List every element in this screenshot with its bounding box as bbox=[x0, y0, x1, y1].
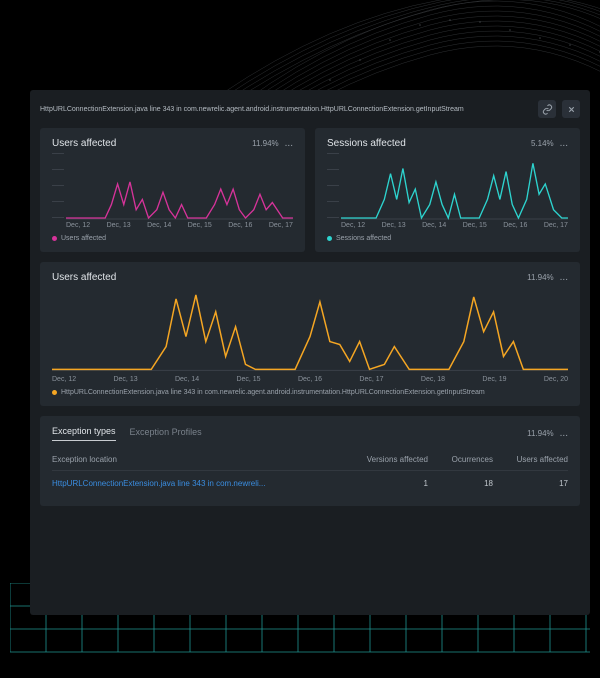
cell-users: 17 bbox=[493, 479, 568, 488]
xtick: Dec, 19 bbox=[482, 376, 506, 383]
legend: Users affected bbox=[52, 235, 293, 242]
tab-exception-profiles[interactable]: Exception Profiles bbox=[130, 427, 202, 441]
chart-x-axis: Dec, 12 Dec, 13 Dec, 14 Dec, 15 Dec, 16 … bbox=[52, 222, 293, 229]
xtick: Dec, 15 bbox=[463, 222, 487, 229]
card-menu-button[interactable]: ... bbox=[560, 138, 568, 149]
card-percent: 11.94% bbox=[252, 139, 279, 148]
xtick: Dec, 15 bbox=[236, 376, 260, 383]
cell-location: HttpURLConnectionExtension.java line 343… bbox=[52, 479, 343, 488]
card-title: Users affected bbox=[52, 272, 527, 283]
xtick: Dec, 17 bbox=[269, 222, 293, 229]
cell-occurrences: 18 bbox=[428, 479, 493, 488]
card-title: Users affected bbox=[52, 138, 252, 149]
xtick: Dec, 12 bbox=[66, 222, 90, 229]
link-icon bbox=[542, 104, 553, 115]
sessions-chart bbox=[327, 153, 568, 218]
table-header-row: Exception location Versions affected Ocu… bbox=[52, 449, 568, 471]
legend-dot bbox=[327, 236, 332, 241]
big-chart-svg bbox=[52, 287, 568, 371]
legend-dot bbox=[52, 390, 57, 395]
xtick: Dec, 13 bbox=[113, 376, 137, 383]
chart-x-axis: Dec, 12 Dec, 13 Dec, 14 Dec, 15 Dec, 16 … bbox=[327, 222, 568, 229]
tab-exception-types[interactable]: Exception types bbox=[52, 426, 116, 441]
users-chart bbox=[52, 153, 293, 218]
th-users: Users affected bbox=[493, 455, 568, 464]
card-menu-button[interactable]: ... bbox=[285, 138, 293, 149]
legend-label: Users affected bbox=[61, 235, 106, 242]
xtick: Dec, 17 bbox=[544, 222, 568, 229]
xtick: Dec, 18 bbox=[421, 376, 445, 383]
exceptions-table-card: Exception types Exception Profiles 11.94… bbox=[40, 416, 580, 506]
big-chart bbox=[52, 287, 568, 372]
xtick: Dec, 12 bbox=[52, 376, 76, 383]
close-button[interactable] bbox=[562, 100, 580, 118]
tab-menu-button[interactable]: ... bbox=[560, 428, 568, 439]
legend: Sessions affected bbox=[327, 235, 568, 242]
xtick: Dec, 14 bbox=[175, 376, 199, 383]
header: HttpURLConnectionExtension.java line 343… bbox=[40, 100, 580, 118]
th-location: Exception location bbox=[52, 455, 343, 464]
users-affected-big-card: Users affected 11.94% ... Dec, 12 Dec, 1… bbox=[40, 262, 580, 406]
card-menu-button[interactable]: ... bbox=[560, 272, 568, 283]
users-affected-card: Users affected 11.94% ... Dec, 12 Dec, 1… bbox=[40, 128, 305, 252]
th-versions: Versions affected bbox=[343, 455, 428, 464]
card-percent: 11.94% bbox=[527, 273, 554, 282]
legend-dot bbox=[52, 236, 57, 241]
chart-x-axis: Dec, 12 Dec, 13 Dec, 14 Dec, 15 Dec, 16 … bbox=[52, 376, 568, 383]
sessions-affected-card: Sessions affected 5.14% ... Dec, 12 Dec,… bbox=[315, 128, 580, 252]
tab-percent: 11.94% bbox=[527, 429, 554, 438]
xtick: Dec, 16 bbox=[298, 376, 322, 383]
xtick: Dec, 15 bbox=[188, 222, 212, 229]
xtick: Dec, 12 bbox=[341, 222, 365, 229]
xtick: Dec, 17 bbox=[359, 376, 383, 383]
card-percent: 5.14% bbox=[531, 139, 554, 148]
legend: HttpURLConnectionExtension.java line 343… bbox=[52, 389, 568, 396]
xtick: Dec, 16 bbox=[503, 222, 527, 229]
xtick: Dec, 13 bbox=[107, 222, 131, 229]
close-icon bbox=[567, 105, 576, 114]
xtick: Dec, 20 bbox=[544, 376, 568, 383]
table-row[interactable]: HttpURLConnectionExtension.java line 343… bbox=[52, 471, 568, 496]
cell-versions: 1 bbox=[343, 479, 428, 488]
sessions-chart-svg bbox=[341, 153, 568, 220]
dashboard-panel: HttpURLConnectionExtension.java line 343… bbox=[30, 90, 590, 615]
users-chart-svg bbox=[66, 153, 293, 220]
xtick: Dec, 16 bbox=[228, 222, 252, 229]
tabs: Exception types Exception Profiles 11.94… bbox=[52, 426, 568, 441]
th-occurrences: Ocurrences bbox=[428, 455, 493, 464]
legend-label: HttpURLConnectionExtension.java line 343… bbox=[61, 389, 485, 396]
legend-label: Sessions affected bbox=[336, 235, 391, 242]
header-title: HttpURLConnectionExtension.java line 343… bbox=[40, 106, 532, 113]
link-button[interactable] bbox=[538, 100, 556, 118]
card-title: Sessions affected bbox=[327, 138, 531, 149]
xtick: Dec, 14 bbox=[147, 222, 171, 229]
xtick: Dec, 14 bbox=[422, 222, 446, 229]
xtick: Dec, 13 bbox=[382, 222, 406, 229]
